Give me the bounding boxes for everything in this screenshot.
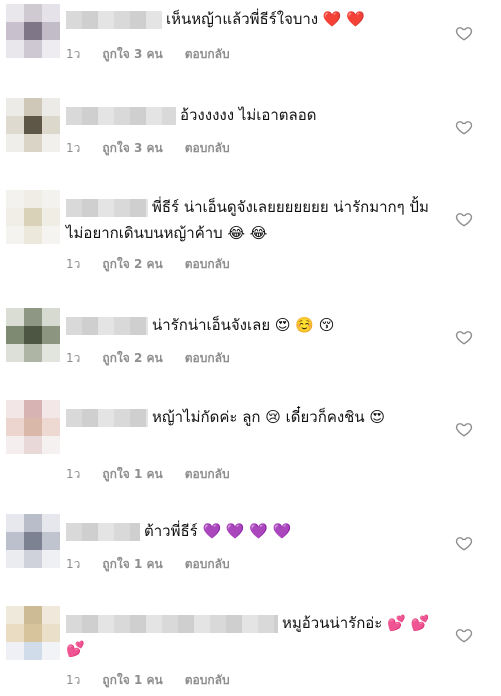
comment-meta: 1ว ถูกใจ 3 คน ตอบกลับ (66, 140, 230, 156)
comment-meta: 1ว ถูกใจ 3 คน ตอบกลับ (66, 46, 230, 62)
comment-body: เห็นหญ้าแล้วพี่ธีร์ใจบาง (166, 10, 319, 28)
comment-body: ต้าวพี่ธีร์ (144, 522, 198, 540)
likes-count[interactable]: ถูกใจ 2 คน (102, 350, 162, 366)
timestamp: 1ว (66, 257, 81, 271)
comment-body: หญ้าไม่กัดค่ะ ลูก 😢 เดี๋ยวก็คงชิน (152, 408, 365, 426)
likes-count[interactable]: ถูกใจ 3 คน (102, 46, 162, 62)
timestamp: 1ว (66, 557, 81, 571)
likes-count[interactable]: ถูกใจ 1 คน (102, 466, 162, 482)
comment-body: น่ารักน่าเอ็นจังเลย (152, 316, 271, 334)
comment-emojis: 😍 (369, 408, 386, 426)
comment-meta: 1ว ถูกใจ 1 คน ตอบกลับ (66, 672, 230, 688)
heart-outline-icon[interactable] (455, 328, 473, 346)
heart-outline-icon[interactable] (455, 24, 473, 42)
reply-button[interactable]: ตอบกลับ (185, 466, 230, 482)
comment-emojis: 😂 😂 (227, 224, 268, 242)
comment-emojis: ❤️ ❤️ (322, 10, 366, 28)
likes-count[interactable]: ถูกใจ 1 คน (102, 672, 162, 688)
likes-count[interactable]: ถูกใจ 1 คน (102, 556, 162, 572)
timestamp: 1ว (66, 673, 81, 687)
comment-text: น่ารักน่าเอ็นจังเลย 😍 ☺️ 😚 (66, 312, 446, 338)
comment-meta: 1ว ถูกใจ 1 คน ตอบกลับ (66, 556, 230, 572)
timestamp: 1ว (66, 467, 81, 481)
comment-text: หมูอ้วนน่ารักอ่ะ 💕 💕 💕 (66, 610, 446, 662)
username[interactable] (66, 10, 162, 29)
reply-button[interactable]: ตอบกลับ (185, 672, 230, 688)
timestamp: 1ว (66, 141, 81, 155)
reply-button[interactable]: ตอบกลับ (185, 256, 230, 272)
comment-body: หมูอ้วนน่ารักอ่ะ (282, 614, 383, 632)
comment-text: หญ้าไม่กัดค่ะ ลูก 😢 เดี๋ยวก็คงชิน 😍 (66, 404, 446, 430)
comment-text: ต้าวพี่ธีร์ 💜 💜 💜 💜 (66, 518, 446, 544)
timestamp: 1ว (66, 351, 81, 365)
comment-text: พี่ธีร์ น่าเอ็นดูจังเลยยยยยยย น่ารักมากๆ… (66, 194, 446, 246)
avatar[interactable] (6, 606, 60, 660)
comment-text: อ้วงงงงง ไม่เอาตลอด (66, 102, 446, 128)
comment-body: อ้วงงงงง ไม่เอาตลอด (180, 106, 317, 124)
comment-text: เห็นหญ้าแล้วพี่ธีร์ใจบาง ❤️ ❤️ (66, 6, 446, 32)
likes-count[interactable]: ถูกใจ 2 คน (102, 256, 162, 272)
timestamp: 1ว (66, 47, 81, 61)
heart-outline-icon[interactable] (455, 118, 473, 136)
username[interactable] (66, 106, 176, 125)
comment-meta: 1ว ถูกใจ 2 คน ตอบกลับ (66, 350, 230, 366)
avatar[interactable] (6, 308, 60, 362)
comment-emojis: 💜 💜 💜 💜 (202, 522, 292, 540)
reply-button[interactable]: ตอบกลับ (185, 556, 230, 572)
avatar[interactable] (6, 190, 60, 244)
comment-meta: 1ว ถูกใจ 1 คน ตอบกลับ (66, 466, 230, 482)
username[interactable] (66, 614, 278, 633)
comment-meta: 1ว ถูกใจ 2 คน ตอบกลับ (66, 256, 230, 272)
likes-count[interactable]: ถูกใจ 3 คน (102, 140, 162, 156)
avatar[interactable] (6, 4, 60, 58)
heart-outline-icon[interactable] (455, 626, 473, 644)
reply-button[interactable]: ตอบกลับ (185, 350, 230, 366)
username[interactable] (66, 316, 148, 335)
reply-button[interactable]: ตอบกลับ (185, 140, 230, 156)
heart-outline-icon[interactable] (455, 420, 473, 438)
username[interactable] (66, 198, 148, 217)
username[interactable] (66, 408, 148, 427)
avatar[interactable] (6, 514, 60, 568)
avatar[interactable] (6, 400, 60, 454)
username[interactable] (66, 522, 140, 541)
avatar[interactable] (6, 98, 60, 152)
reply-button[interactable]: ตอบกลับ (185, 46, 230, 62)
comment-emojis: 😍 ☺️ 😚 (274, 316, 335, 334)
heart-outline-icon[interactable] (455, 534, 473, 552)
heart-outline-icon[interactable] (455, 210, 473, 228)
